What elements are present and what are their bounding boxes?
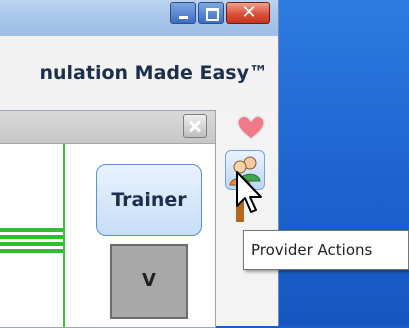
app-header: nulation Made Easy™ (0, 36, 279, 110)
heart-icon[interactable] (235, 115, 267, 141)
green-line (0, 228, 63, 232)
minimize-button[interactable] (170, 2, 196, 24)
close-icon: ✕ (241, 2, 257, 23)
green-line (0, 249, 63, 253)
trainer-button[interactable]: Trainer (96, 164, 202, 236)
app-title: nulation Made Easy™ (39, 62, 268, 84)
title-bar: ✕ (0, 0, 279, 36)
panel-close-button[interactable] (183, 114, 207, 138)
green-line (0, 242, 63, 246)
green-vertical-line (63, 144, 65, 327)
panel-header (0, 111, 215, 144)
v-button[interactable]: V (110, 244, 188, 319)
application-window: ✕ nulation Made Easy™ Trainer V (0, 0, 279, 328)
maximize-button[interactable] (198, 2, 224, 24)
green-line (0, 235, 63, 239)
close-window-button[interactable]: ✕ (226, 2, 270, 24)
mouse-cursor-icon (236, 171, 262, 213)
tooltip: Provider Actions (243, 230, 409, 270)
